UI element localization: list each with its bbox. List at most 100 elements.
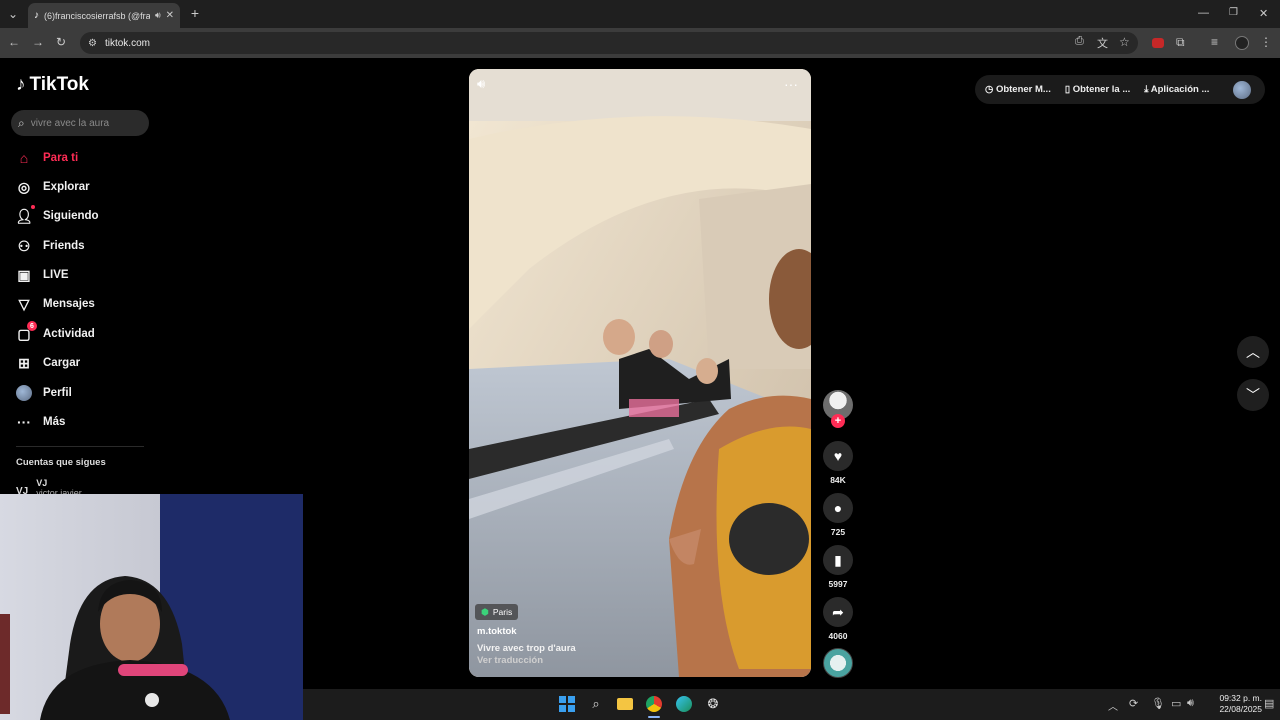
chrome-menu-icon[interactable]: ⋮ <box>1260 35 1272 49</box>
live-icon: ▣ <box>17 266 31 283</box>
phone-icon: ▯ <box>1064 84 1073 95</box>
tiktok-note-icon: ♪ <box>16 74 26 95</box>
taskbar-search-icon[interactable]: ⌕ <box>586 694 606 714</box>
video-more-icon[interactable]: ··· <box>784 76 798 92</box>
translate-link[interactable]: Ver traducción <box>477 655 543 666</box>
windows-start-icon[interactable] <box>557 694 577 714</box>
location-tag[interactable]: ⬢ Paris <box>475 604 519 620</box>
tray-chevron-icon[interactable]: ︿ <box>1108 698 1118 713</box>
save-count: 5997 <box>828 579 848 589</box>
new-tab-button[interactable]: + <box>188 5 202 21</box>
sidebar-item-label: Friends <box>43 240 85 252</box>
upload-icon: ⊞ <box>18 354 30 371</box>
following-icon: 👤︎ <box>15 205 35 224</box>
chrome-active-indicator <box>648 716 660 718</box>
sidebar-item-para-ti[interactable]: ⌂ Para ti <box>16 147 156 169</box>
sidebar-item-mas[interactable]: ··· Más <box>16 411 156 433</box>
location-text: Paris <box>492 607 513 617</box>
messages-icon: ▽ <box>18 295 30 312</box>
search-box[interactable]: ⌕ <box>11 110 149 136</box>
file-explorer-icon[interactable] <box>615 694 635 714</box>
clock-date: 22/08/2025 <box>1219 704 1262 714</box>
sidebar-item-label: Para ti <box>43 152 79 164</box>
sound-disc-icon[interactable] <box>823 648 853 678</box>
get-coins-link[interactable]: ◷ Obtener M... <box>985 84 1051 95</box>
share-icon[interactable]: ➦ <box>823 597 853 627</box>
extension-red-icon[interactable] <box>1152 38 1164 48</box>
sidebar-item-perfil[interactable]: Perfil <box>16 382 156 404</box>
notifications-icon[interactable]: ▤ <box>1264 697 1274 710</box>
user-avatar[interactable] <box>1233 81 1251 99</box>
activity-badge: 6 <box>27 321 37 331</box>
tab-close-icon[interactable]: ✕ <box>166 10 174 21</box>
desktop-app-link[interactable]: ⤓ Aplicación ... <box>1144 84 1209 95</box>
chevron-down-icon: ﹀ <box>1246 387 1260 403</box>
previous-video-button[interactable]: ︿ <box>1237 336 1269 368</box>
next-video-button[interactable]: ﹀ <box>1237 379 1269 411</box>
comment-action[interactable]: ● 725 <box>822 493 854 537</box>
search-input[interactable] <box>30 117 141 129</box>
like-action[interactable]: ♥ 84K <box>822 441 854 485</box>
top-links-bar: ◷ Obtener M... ▯ Obtener la ... ⤓ Aplica… <box>975 75 1265 104</box>
install-app-icon[interactable]: ⎙ <box>1075 35 1084 48</box>
sidebar-item-explorar[interactable]: ◎ Explorar <box>16 176 156 198</box>
network-icon[interactable]: ▭ <box>1171 697 1181 710</box>
minimize-icon[interactable]: — <box>1198 7 1209 19</box>
save-action[interactable]: ▮ 5997 <box>822 545 854 589</box>
extensions-puzzle-icon[interactable]: ⧉ <box>1176 35 1185 50</box>
sync-icon[interactable]: ⟳ <box>1129 697 1138 710</box>
video-player[interactable] <box>469 69 811 677</box>
follow-plus-icon[interactable]: + <box>831 414 845 428</box>
back-arrow-icon[interactable]: ← <box>8 35 20 49</box>
sidebar-item-label: Actividad <box>43 328 95 340</box>
search-icon: ⌕ <box>18 115 25 130</box>
app-icon[interactable]: ❂ <box>703 694 723 714</box>
sidebar-item-label: Cargar <box>43 357 81 369</box>
webcam-overlay <box>0 494 303 720</box>
logo-text: TikTok <box>29 74 89 95</box>
heart-icon[interactable]: ♥ <box>823 441 853 471</box>
chrome-icon[interactable] <box>644 694 664 714</box>
video-author[interactable]: m.toktok <box>477 626 517 637</box>
share-action[interactable]: ➦ 4060 <box>822 597 854 641</box>
taskbar-clock[interactable]: 09:32 p. m. 22/08/2025 <box>1200 693 1262 715</box>
tiktok-logo[interactable]: ♪ TikTok <box>16 74 89 96</box>
sidebar-item-label: Siguiendo <box>43 210 99 222</box>
sidebar-item-label: Más <box>43 416 66 428</box>
activity-icon: ▢ 6 <box>16 321 37 342</box>
sidebar-item-siguiendo[interactable]: 👤︎ Siguiendo <box>15 205 156 227</box>
comment-icon[interactable]: ● <box>823 493 853 523</box>
window-close-icon[interactable]: ✕ <box>1259 7 1268 20</box>
edge-icon[interactable] <box>674 694 694 714</box>
forward-arrow-icon[interactable]: → <box>32 35 44 49</box>
sidebar-item-cargar[interactable]: ⊞ Cargar <box>16 352 156 374</box>
tab-search-icon[interactable]: ⌄ <box>6 7 20 21</box>
tiktok-favicon-icon: ♪ <box>34 10 39 21</box>
comment-count: 725 <box>830 527 846 537</box>
reload-icon[interactable]: ↻ <box>56 35 66 49</box>
address-bar[interactable]: ⚙ tiktok.com <box>80 32 1138 54</box>
bookmark-icon[interactable]: ▮ <box>823 545 853 575</box>
bookmark-star-icon[interactable]: ☆ <box>1119 35 1130 49</box>
translate-icon[interactable]: 文 <box>1097 35 1108 51</box>
friends-icon: ⚇ <box>17 237 31 254</box>
home-icon: ⌂ <box>19 150 29 166</box>
browser-tab[interactable]: ♪ (6)franciscosierrafsb (@fran 🔊︎ ✕ <box>28 3 180 28</box>
following-section-title: Cuentas que sigues <box>16 457 106 468</box>
tab-title: (6)franciscosierrafsb (@fran <box>44 10 150 21</box>
microphone-icon[interactable]: 🎙︎ <box>1151 697 1165 710</box>
restore-icon[interactable]: ❐ <box>1229 7 1238 18</box>
speaker-icon[interactable]: 🔊︎ <box>1187 697 1194 710</box>
sidebar-item-live[interactable]: ▣ LIVE <box>16 264 156 286</box>
sidebar-item-friends[interactable]: ⚇ Friends <box>16 235 156 257</box>
audio-playing-icon[interactable]: 🔊︎ <box>155 10 161 21</box>
get-app-link[interactable]: ▯ Obtener la ... <box>1065 84 1130 95</box>
volume-icon[interactable]: 🔊︎ <box>477 76 485 92</box>
site-info-icon[interactable]: ⚙ <box>88 38 97 49</box>
chevron-up-icon: ︿ <box>1246 344 1260 360</box>
media-controls-icon[interactable]: ≡ <box>1211 35 1218 49</box>
compass-icon: ◎ <box>17 178 31 195</box>
profile-avatar[interactable] <box>1235 36 1249 50</box>
sidebar-item-mensajes[interactable]: ▽ Mensajes <box>16 293 156 315</box>
sidebar-item-actividad[interactable]: ▢ 6 Actividad <box>16 321 156 345</box>
